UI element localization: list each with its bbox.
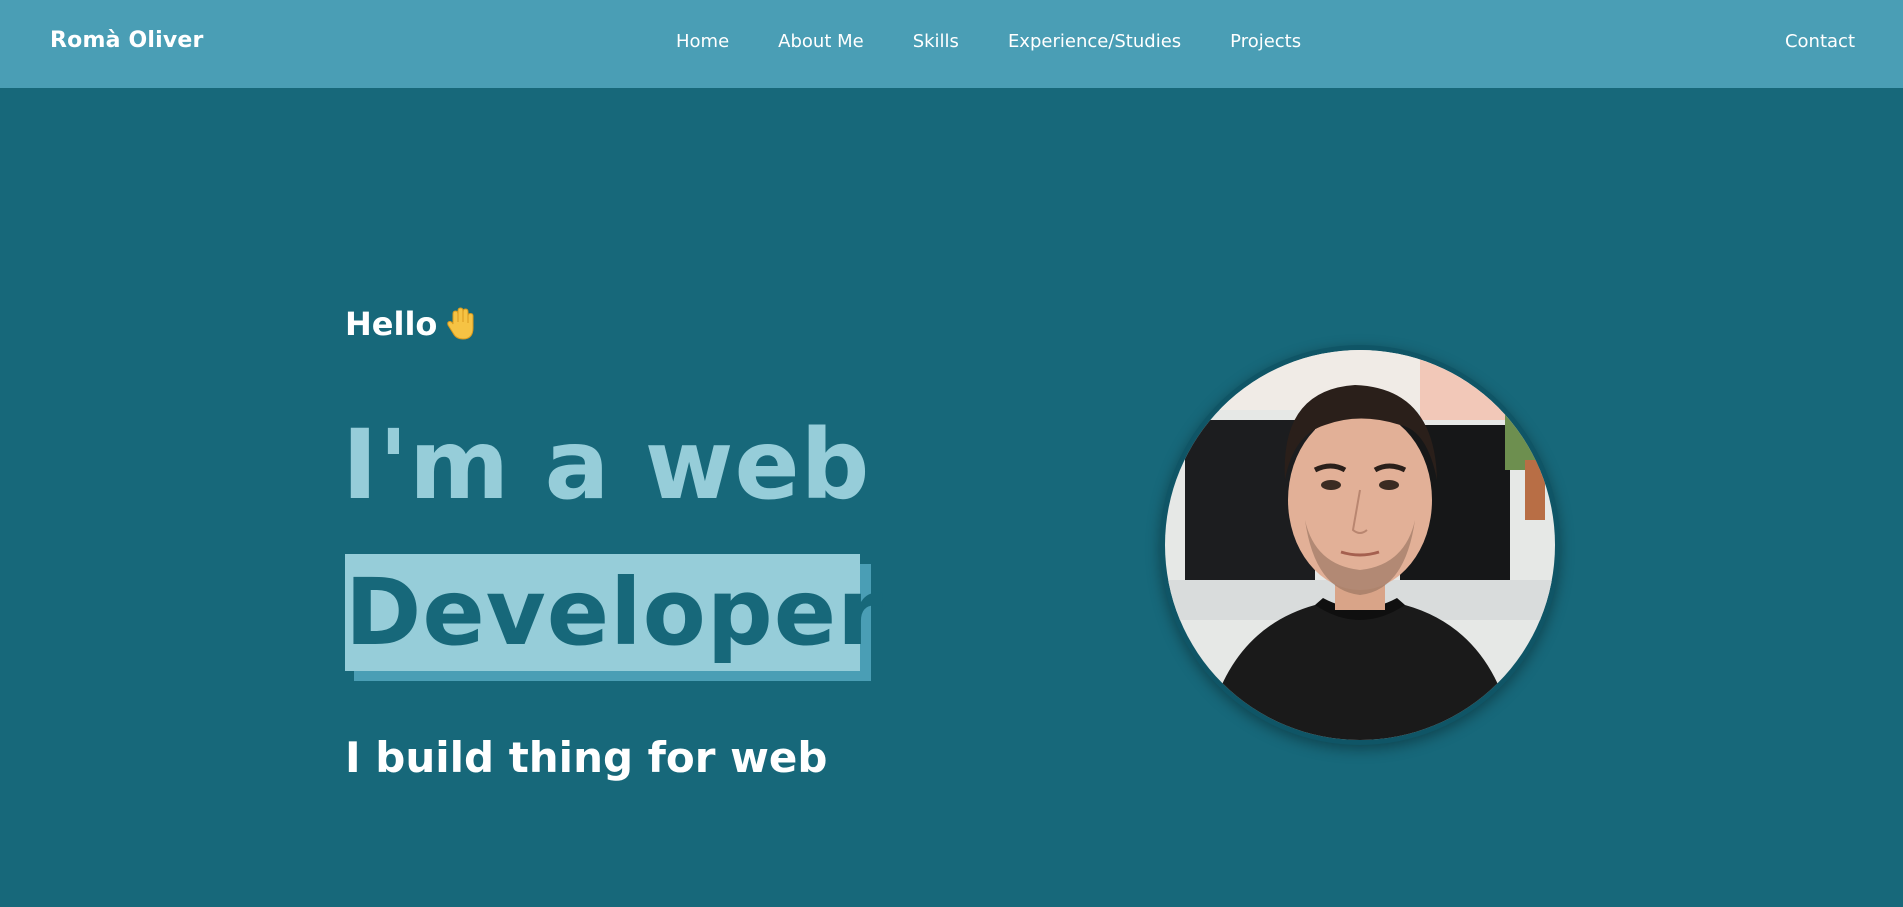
brand-logo[interactable]: Romà Oliver [50, 28, 204, 53]
greeting: Hello [345, 305, 479, 343]
nav-contact[interactable]: Contact [1785, 31, 1855, 52]
navbar: Romà Oliver Home About Me Skills Experie… [0, 0, 1903, 88]
nav-experience-studies[interactable]: Experience/Studies [1008, 31, 1181, 52]
nav-home[interactable]: Home [676, 31, 729, 52]
nav-skills[interactable]: Skills [913, 31, 959, 52]
avatar-frame [1160, 345, 1560, 745]
profile-photo [1165, 350, 1555, 740]
headline-line2: Developer [345, 559, 884, 666]
waving-hand-icon [445, 306, 479, 342]
headline-highlight: Developer [345, 554, 883, 681]
highlight-box: Developer [345, 554, 883, 671]
greeting-text: Hello [345, 305, 438, 343]
tagline: I build thing for web [345, 733, 828, 782]
headline-line1: I'm a web [342, 409, 871, 521]
nav-projects[interactable]: Projects [1230, 31, 1301, 52]
main-nav: Home About Me Skills Experience/Studies … [676, 31, 1350, 52]
nav-about-me[interactable]: About Me [778, 31, 864, 52]
